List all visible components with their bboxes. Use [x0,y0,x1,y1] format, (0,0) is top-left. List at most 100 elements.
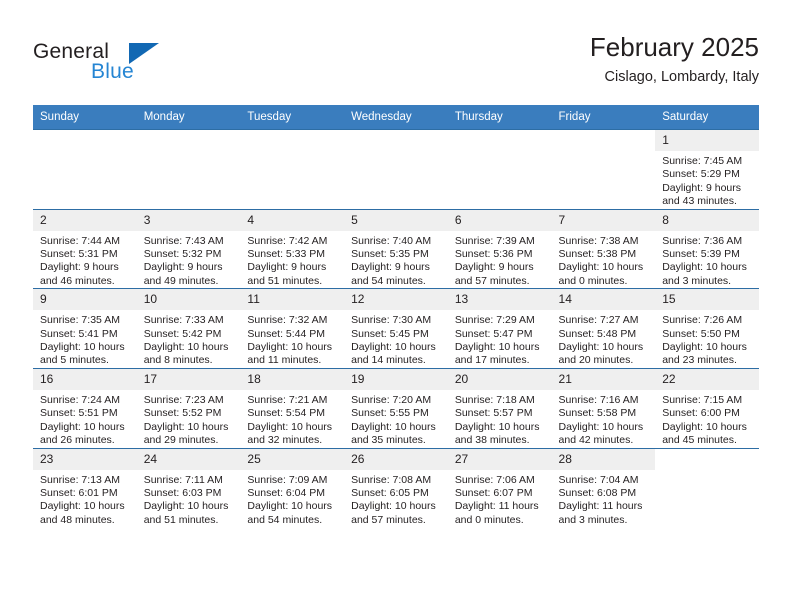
day-daylight1-text: Daylight: 10 hours [558,261,644,274]
day-daylight1-text: Daylight: 10 hours [662,261,747,274]
day-daylight1-text: Daylight: 10 hours [40,500,125,513]
day-sun-info: Sunrise: 7:36 AM Sunset: 5:39 PM Daylight:… [655,231,759,289]
calendar-cell[interactable]: 9 Sunrise: 7:35 AM Sunset: 5:41 PM Daylight… [33,288,137,369]
calendar-cell[interactable]: 23 Sunrise: 7:13 AM Sunset: 6:01 PM Dayligh… [33,447,137,528]
calendar-page: General Blue February 2025 Cislago, Lomb… [0,0,792,612]
day-sun-info: Sunrise: 7:42 AM Sunset: 5:33 PM Daylight:… [240,231,344,289]
page-subtitle: Cislago, Lombardy, Italy [604,69,759,85]
day-number: 3 [136,209,241,231]
day-number: 6 [447,209,552,231]
calendar-cell[interactable] [551,129,656,210]
day-sun-info: Sunrise: 7:21 AM Sunset: 5:54 PM Daylight:… [240,390,344,448]
day-daylight2-text: and 3 minutes. [558,513,628,526]
day-daylight2-text: and 43 minutes. [662,195,737,208]
day-daylight2-text: and 49 minutes. [143,274,219,287]
calendar-cell[interactable]: 20 Sunrise: 7:18 AM Sunset: 5:57 PM Dayligh… [447,367,552,448]
day-sunset-text: Sunset: 5:35 PM [351,248,429,261]
day-sunrise-text: Sunrise: 7:16 AM [558,393,639,406]
day-daylight2-text: and 48 minutes. [40,513,115,526]
brand-logo[interactable]: General Blue [33,40,293,94]
calendar-cell[interactable] [136,129,241,210]
calendar-cell[interactable]: 25 Sunrise: 7:09 AM Sunset: 6:04 PM Dayligh… [240,447,345,528]
calendar-cell[interactable]: 19 Sunrise: 7:20 AM Sunset: 5:55 PM Dayligh… [344,367,448,448]
day-cell [136,130,241,209]
calendar-cell[interactable]: 21 Sunrise: 7:16 AM Sunset: 5:58 PM Dayligh… [551,367,656,448]
calendar-cell[interactable]: 2 Sunrise: 7:44 AM Sunset: 5:31 PM Daylight… [33,208,137,289]
day-sun-info: Sunrise: 7:29 AM Sunset: 5:47 PM Daylight:… [448,310,552,368]
day-sunset-text: Sunset: 5:52 PM [143,407,222,420]
day-sun-info: Sunrise: 7:23 AM Sunset: 5:52 PM Daylight:… [137,390,241,448]
day-daylight2-text: and 26 minutes. [40,434,115,447]
day-daylight2-text: and 46 minutes. [40,274,115,287]
calendar-cell[interactable]: 15 Sunrise: 7:26 AM Sunset: 5:50 PM Dayligh… [655,288,759,369]
calendar-cell[interactable]: 26 Sunrise: 7:08 AM Sunset: 6:05 PM Dayligh… [344,447,448,528]
day-daylight1-text: Daylight: 11 hours [454,500,539,513]
day-daylight2-text: and 8 minutes. [143,354,213,367]
calendar-cell[interactable]: 17 Sunrise: 7:23 AM Sunset: 5:52 PM Dayligh… [136,367,241,448]
calendar-cell[interactable]: 5 Sunrise: 7:40 AM Sunset: 5:35 PM Daylight… [344,208,448,289]
calendar-cell[interactable]: 3 Sunrise: 7:43 AM Sunset: 5:32 PM Daylight… [136,208,241,289]
calendar-cell[interactable]: 14 Sunrise: 7:27 AM Sunset: 5:48 PM Dayligh… [551,288,656,369]
calendar-cell[interactable]: 18 Sunrise: 7:21 AM Sunset: 5:54 PM Dayligh… [240,367,345,448]
calendar-cell[interactable] [344,129,448,210]
day-number: 23 [33,448,137,470]
day-sunset-text: Sunset: 5:36 PM [454,248,533,261]
calendar-cell[interactable] [33,129,137,210]
calendar-cell[interactable] [447,129,552,210]
day-daylight1-text: Daylight: 11 hours [558,500,643,513]
day-sunrise-text: Sunrise: 7:26 AM [662,314,743,327]
day-cell [655,448,759,528]
calendar-cell[interactable] [655,447,759,528]
day-number: 17 [136,368,241,390]
calendar-cell[interactable]: 28 Sunrise: 7:04 AM Sunset: 6:08 PM Dayligh… [551,447,656,528]
day-number: 15 [655,289,759,311]
calendar-week-row: 9 Sunrise: 7:35 AM Sunset: 5:41 PM Daylight… [33,288,759,369]
day-daylight1-text: Daylight: 10 hours [247,500,333,513]
day-daylight2-text: and 54 minutes. [247,513,323,526]
calendar-cell[interactable]: 13 Sunrise: 7:29 AM Sunset: 5:47 PM Dayligh… [447,288,552,369]
calendar-cell[interactable]: 6 Sunrise: 7:39 AM Sunset: 5:36 PM Daylight… [447,208,552,289]
day-sunset-text: Sunset: 5:47 PM [454,327,533,340]
day-sunset-text: Sunset: 5:58 PM [558,407,637,420]
day-cell: 28 Sunrise: 7:04 AM Sunset: 6:08 PM Dayligh… [551,448,656,528]
calendar-cell[interactable] [240,129,345,210]
calendar-cell[interactable]: 4 Sunrise: 7:42 AM Sunset: 5:33 PM Daylight… [240,208,345,289]
day-daylight2-text: and 0 minutes. [558,274,628,287]
day-sunset-text: Sunset: 5:33 PM [247,248,326,261]
calendar-cell[interactable]: 22 Sunrise: 7:15 AM Sunset: 6:00 PM Dayligh… [655,367,759,448]
day-sunset-text: Sunset: 5:29 PM [662,168,740,181]
calendar-cell[interactable]: 11 Sunrise: 7:32 AM Sunset: 5:44 PM Dayligh… [240,288,345,369]
calendar-cell[interactable]: 12 Sunrise: 7:30 AM Sunset: 5:45 PM Dayligh… [344,288,448,369]
day-number [551,130,656,151]
day-number: 19 [344,368,448,390]
calendar-cell[interactable]: 16 Sunrise: 7:24 AM Sunset: 5:51 PM Dayligh… [33,367,137,448]
day-sunset-text: Sunset: 5:57 PM [454,407,533,420]
calendar-cell[interactable]: 10 Sunrise: 7:33 AM Sunset: 5:42 PM Dayligh… [136,288,241,369]
calendar-cell[interactable]: 8 Sunrise: 7:36 AM Sunset: 5:39 PM Daylight… [655,208,759,289]
calendar-week-row: 1 Sunrise: 7:45 AM Sunset: 5:29 PM Daylight… [33,129,759,210]
calendar-cell[interactable]: 1 Sunrise: 7:45 AM Sunset: 5:29 PM Daylight… [655,129,759,210]
calendar-cell[interactable]: 24 Sunrise: 7:11 AM Sunset: 6:03 PM Dayligh… [136,447,241,528]
day-daylight1-text: Daylight: 9 hours [351,261,430,274]
day-sunset-text: Sunset: 5:39 PM [662,248,740,261]
day-daylight2-text: and 54 minutes. [351,274,426,287]
calendar-cell[interactable]: 7 Sunrise: 7:38 AM Sunset: 5:38 PM Daylight… [551,208,656,289]
day-number: 5 [344,209,448,231]
calendar-cell[interactable]: 27 Sunrise: 7:06 AM Sunset: 6:07 PM Dayligh… [447,447,552,528]
day-daylight2-text: and 45 minutes. [662,434,737,447]
day-number: 7 [551,209,656,231]
day-sun-info: Sunrise: 7:27 AM Sunset: 5:48 PM Daylight:… [552,310,656,368]
day-daylight1-text: Daylight: 9 hours [454,261,534,274]
day-daylight1-text: Daylight: 10 hours [351,420,436,433]
day-daylight2-text: and 51 minutes. [143,513,219,526]
day-sunset-text: Sunset: 6:07 PM [454,486,533,499]
day-cell: 7 Sunrise: 7:38 AM Sunset: 5:38 PM Daylight… [551,209,656,289]
weekday-header-thursday: Thursday [447,105,552,130]
day-sunrise-text: Sunrise: 7:08 AM [351,473,432,486]
day-daylight1-text: Daylight: 10 hours [662,420,747,433]
day-sunrise-text: Sunrise: 7:09 AM [247,473,328,486]
day-sun-info: Sunrise: 7:11 AM Sunset: 6:03 PM Daylight:… [137,470,241,528]
day-sun-info: Sunrise: 7:43 AM Sunset: 5:32 PM Daylight:… [137,231,241,289]
day-cell [33,130,137,209]
day-cell: 3 Sunrise: 7:43 AM Sunset: 5:32 PM Daylight… [136,209,241,289]
